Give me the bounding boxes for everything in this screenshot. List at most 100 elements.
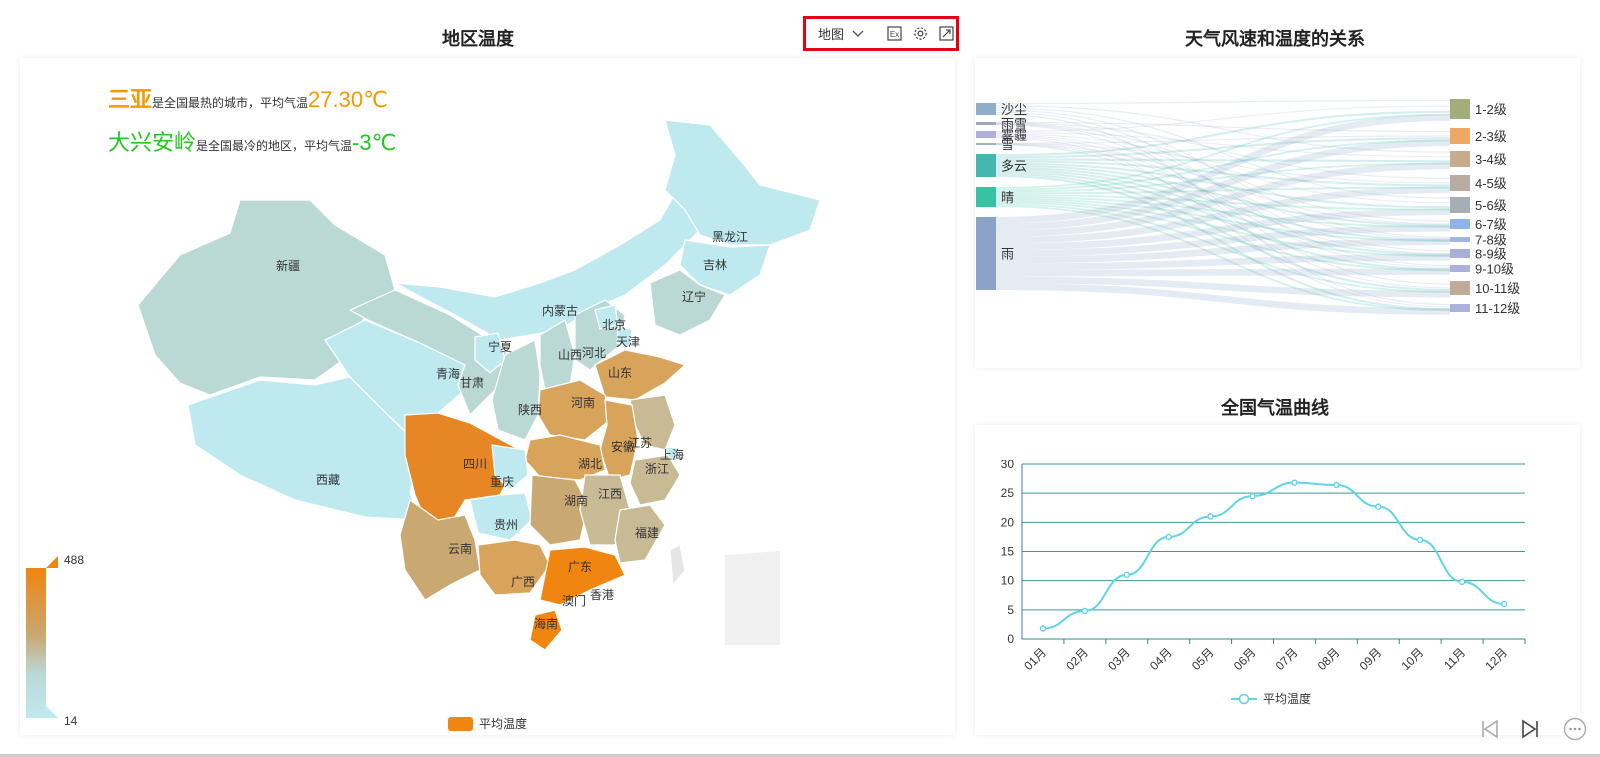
china-map[interactable]: 新疆 西藏 青海 甘肃 宁夏 内蒙古 黑龙江 吉林 辽宁 北京 天津 河北 山西… <box>120 115 850 675</box>
label-beijing: 北京 <box>602 318 626 332</box>
label-hunan: 湖南 <box>564 493 588 508</box>
excel-icon[interactable]: Ex <box>886 26 902 42</box>
label-neimenggu: 内蒙古 <box>542 303 578 318</box>
y-tick-label: 15 <box>1001 545 1015 559</box>
line-legend-item[interactable]: 平均温度 <box>1231 690 1311 707</box>
sankey-source-node <box>976 122 996 125</box>
series-line-avg-temp <box>1042 481 1505 630</box>
sankey-target-label: 8-9级 <box>1475 247 1507 262</box>
label-guangxi: 广西 <box>511 575 535 589</box>
skip-back-icon <box>1482 719 1498 739</box>
sankey-links <box>995 99 1451 315</box>
x-tick-label: 08月 <box>1315 645 1343 673</box>
sankey-target-node <box>1450 151 1470 167</box>
sankey-target-label: 10-11级 <box>1475 281 1520 296</box>
label-heilongjiang: 黑龙江 <box>712 230 748 244</box>
visual-map-scale[interactable] <box>24 555 64 730</box>
x-tick-label: 01月 <box>1021 645 1049 673</box>
y-tick-label: 0 <box>1007 632 1014 646</box>
label-hebei: 河北 <box>582 346 606 360</box>
hot-city-callout: 三亚是全国最热的城市，平均气温27.30℃ <box>108 82 388 114</box>
label-tianjin: 天津 <box>616 335 640 349</box>
chart-type-select-label: 地图 <box>818 27 845 42</box>
visual-map-handle-bottom <box>46 706 58 718</box>
visual-map-handle-top <box>46 556 58 568</box>
x-tick-label: 12月 <box>1482 645 1510 673</box>
label-chongqing: 重庆 <box>490 475 514 489</box>
temperature-line-chart[interactable]: 0 5 10 15 20 25 30 01月 02月 03月 04月 05月 06月 07月 08月 09月 1… <box>975 460 1580 690</box>
visual-map-min: 14 <box>64 714 78 728</box>
label-jiangxi: 江西 <box>598 487 622 501</box>
region-henan <box>537 379 611 441</box>
more-button[interactable] <box>1562 716 1588 742</box>
hot-city-value: 27.30℃ <box>308 87 388 112</box>
x-tick-label: 03月 <box>1105 645 1133 673</box>
sankey-target-label: 7-8级 <box>1475 233 1507 248</box>
sankey-target-node <box>1450 175 1470 191</box>
sankey-chart[interactable]: 沙尘雨雪雾霾雪多云晴雨1-2级2-3级3-4级4-5级5-6级6-7级7-8级8… <box>975 95 1580 325</box>
sankey-target-node <box>1450 265 1470 272</box>
sankey-source-node <box>976 131 996 138</box>
sankey-target-node <box>1450 249 1470 258</box>
sankey-source-node <box>976 103 996 115</box>
sankey-target-label: 11-12级 <box>1475 301 1520 316</box>
label-anhui: 安徽 <box>611 439 635 454</box>
label-guizhou: 贵州 <box>494 518 518 532</box>
chevron-down-icon <box>850 26 866 42</box>
sankey-target-node <box>1450 99 1470 119</box>
label-qinghai: 青海 <box>436 366 460 381</box>
fullscreen-icon[interactable] <box>938 26 954 42</box>
gear-icon[interactable] <box>912 26 928 42</box>
sankey-target-node <box>1450 304 1470 312</box>
data-point <box>1207 513 1214 520</box>
label-fujian: 福建 <box>635 525 659 540</box>
visual-map-max: 488 <box>64 553 85 567</box>
sankey-target-label: 4-5级 <box>1475 176 1507 191</box>
y-tick-label: 10 <box>1001 574 1015 588</box>
region-hunan <box>529 474 589 546</box>
label-jilin: 吉林 <box>703 258 727 272</box>
label-gansu: 甘肃 <box>460 376 484 390</box>
first-page-button[interactable] <box>1477 716 1503 742</box>
line-panel-title: 全国气温曲线 <box>1221 398 1329 418</box>
hot-city-text: 是全国最热的城市，平均气温 <box>152 96 309 110</box>
visual-map-bar <box>26 568 46 718</box>
sankey-target-node <box>1450 219 1470 229</box>
chart-type-select[interactable]: 地图 <box>818 24 866 43</box>
map-panel-title: 地区温度 <box>442 29 514 49</box>
label-ningxia: 宁夏 <box>488 339 512 354</box>
label-guangdong: 广东 <box>568 560 592 574</box>
line-legend-label: 平均温度 <box>1263 692 1312 706</box>
sankey-target-label: 5-6级 <box>1475 198 1507 213</box>
sankey-source-node <box>976 187 996 207</box>
sankey-target-node <box>1450 281 1470 295</box>
x-tick-label: 09月 <box>1357 645 1385 673</box>
y-tick-label: 5 <box>1007 603 1014 617</box>
label-yunnan: 云南 <box>448 541 472 556</box>
label-xianggang: 香港 <box>590 588 614 602</box>
sankey-link <box>995 268 1451 277</box>
next-page-button[interactable] <box>1517 716 1543 742</box>
sankey-target-label: 3-4级 <box>1475 152 1507 167</box>
x-tick-label: 10月 <box>1398 645 1426 673</box>
data-point <box>1333 481 1340 489</box>
label-henan: 河南 <box>571 395 595 410</box>
sankey-target-label: 2-3级 <box>1475 129 1507 144</box>
sankey-source-label: 雨 <box>1001 247 1014 262</box>
label-shandong: 山东 <box>608 366 632 380</box>
y-tick-label: 20 <box>1001 515 1015 529</box>
sankey-target-node <box>1450 128 1470 144</box>
more-icon <box>1563 717 1587 741</box>
sankey-source-node <box>976 143 996 145</box>
data-point <box>1123 571 1130 579</box>
region-nanhai <box>725 551 780 645</box>
data-point <box>1375 503 1382 510</box>
x-tick-label: 06月 <box>1231 645 1259 673</box>
label-shaanxi: 陕西 <box>518 402 542 417</box>
region-guizhou <box>469 492 533 541</box>
label-hainan: 海南 <box>534 616 558 631</box>
sankey-target-node <box>1450 197 1470 213</box>
map-legend-item[interactable]: 平均温度 <box>448 715 527 732</box>
x-tick-label: 02月 <box>1063 645 1091 673</box>
sankey-panel-title: 天气风速和温度的关系 <box>1185 29 1365 49</box>
